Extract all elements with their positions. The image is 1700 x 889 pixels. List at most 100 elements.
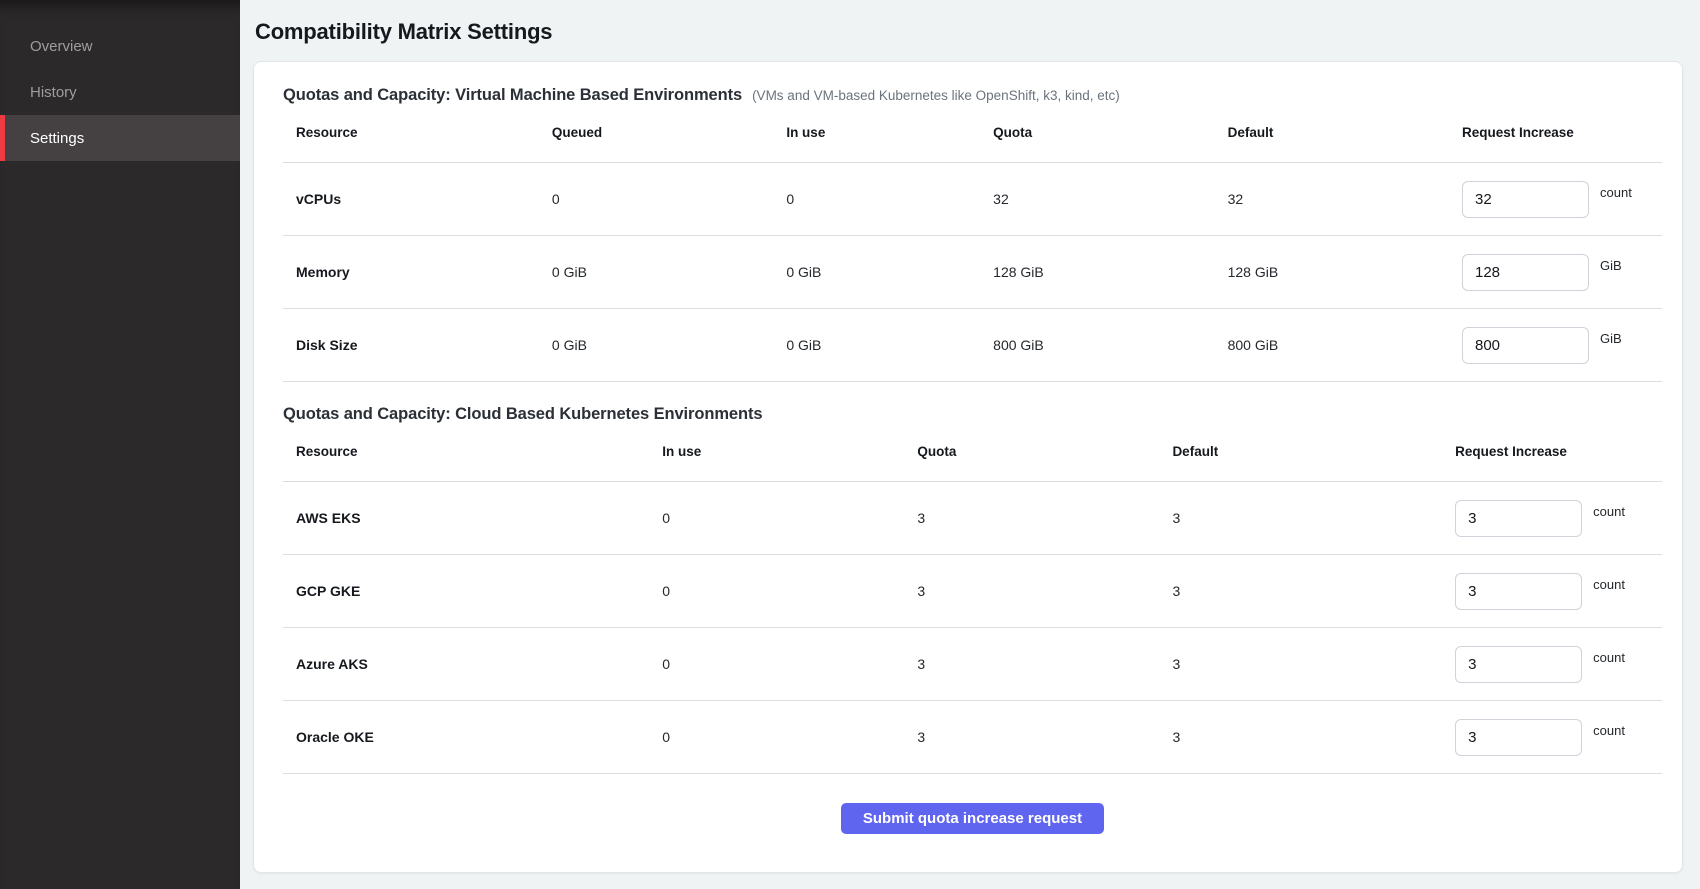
cell-value: 128 GiB: [993, 236, 1227, 309]
unit-label: count: [1593, 504, 1625, 519]
cell-value: 0: [662, 701, 917, 774]
column-header: In use: [662, 426, 917, 482]
cell-value: 0 GiB: [786, 236, 993, 309]
table-row: vCPUs003232count: [283, 163, 1662, 236]
sidebar-nav: Overview History Settings: [0, 23, 240, 161]
cell-value: 3: [1172, 701, 1455, 774]
resource-name: Disk Size: [283, 309, 552, 382]
sidebar-item-history[interactable]: History: [0, 69, 240, 115]
request-increase-input[interactable]: [1455, 646, 1582, 683]
resource-name: AWS EKS: [283, 482, 662, 555]
column-header: Request Increase: [1462, 107, 1662, 163]
resource-name: Azure AKS: [283, 628, 662, 701]
section-title: Quotas and Capacity: Cloud Based Kuberne…: [283, 405, 762, 424]
request-increase-wrap: GiB: [1462, 254, 1662, 291]
cell-value: 0 GiB: [552, 236, 786, 309]
table-row: Oracle OKE033count: [283, 701, 1662, 774]
active-indicator: [0, 115, 5, 161]
unit-label: GiB: [1600, 258, 1622, 273]
submit-row: Submit quota increase request: [283, 803, 1662, 834]
unit-label: count: [1600, 185, 1632, 200]
cell-value: 3: [917, 482, 1172, 555]
cell-value: 0 GiB: [786, 309, 993, 382]
request-increase-input[interactable]: [1462, 327, 1589, 364]
cell-value: 3: [917, 555, 1172, 628]
header-row: ResourceIn useQuotaDefaultRequest Increa…: [283, 426, 1662, 482]
request-increase-wrap: count: [1455, 500, 1662, 537]
cell-value: 0 GiB: [552, 309, 786, 382]
cell-value: 3: [1172, 628, 1455, 701]
cell-value: 0: [552, 163, 786, 236]
request-increase-input[interactable]: [1455, 719, 1582, 756]
cell-value: 800 GiB: [1228, 309, 1462, 382]
submit-quota-request-button[interactable]: Submit quota increase request: [841, 803, 1104, 834]
column-header: Queued: [552, 107, 786, 163]
cloud-quota-table: ResourceIn useQuotaDefaultRequest Increa…: [283, 426, 1662, 774]
request-increase-wrap: count: [1455, 646, 1662, 683]
request-increase-wrap: count: [1455, 719, 1662, 756]
request-increase-input[interactable]: [1455, 500, 1582, 537]
request-increase-input[interactable]: [1455, 573, 1582, 610]
vm-section-heading: Quotas and Capacity: Virtual Machine Bas…: [283, 86, 1662, 105]
resource-name: Memory: [283, 236, 552, 309]
table-row: Disk Size0 GiB0 GiB800 GiB800 GiBGiB: [283, 309, 1662, 382]
cell-value: 3: [1172, 555, 1455, 628]
cell-value: 3: [1172, 482, 1455, 555]
sidebar-item-label: Overview: [30, 38, 93, 55]
page-title: Compatibility Matrix Settings: [255, 20, 1683, 44]
request-increase-cell: count: [1462, 163, 1662, 236]
column-header: Resource: [283, 107, 552, 163]
settings-card: Quotas and Capacity: Virtual Machine Bas…: [253, 61, 1683, 873]
vm-quota-table: ResourceQueuedIn useQuotaDefaultRequest …: [283, 107, 1662, 382]
request-increase-cell: GiB: [1462, 236, 1662, 309]
column-header: Quota: [917, 426, 1172, 482]
cloud-section-heading: Quotas and Capacity: Cloud Based Kuberne…: [283, 405, 1662, 424]
cell-value: 0: [786, 163, 993, 236]
unit-label: count: [1593, 577, 1625, 592]
resource-name: vCPUs: [283, 163, 552, 236]
sidebar-item-label: History: [30, 84, 77, 101]
request-increase-input[interactable]: [1462, 181, 1589, 218]
section-subtitle: (VMs and VM-based Kubernetes like OpenSh…: [752, 88, 1120, 103]
cell-value: 128 GiB: [1228, 236, 1462, 309]
cell-value: 32: [993, 163, 1227, 236]
header-row: ResourceQueuedIn useQuotaDefaultRequest …: [283, 107, 1662, 163]
sidebar: Overview History Settings: [0, 0, 240, 889]
table-row: Azure AKS033count: [283, 628, 1662, 701]
section-title: Quotas and Capacity: Virtual Machine Bas…: [283, 86, 742, 105]
request-increase-input[interactable]: [1462, 254, 1589, 291]
cell-value: 32: [1228, 163, 1462, 236]
request-increase-cell: count: [1455, 482, 1662, 555]
cell-value: 0: [662, 628, 917, 701]
column-header: Default: [1172, 426, 1455, 482]
unit-label: count: [1593, 650, 1625, 665]
column-header: Quota: [993, 107, 1227, 163]
unit-label: count: [1593, 723, 1625, 738]
cell-value: 800 GiB: [993, 309, 1227, 382]
request-increase-cell: GiB: [1462, 309, 1662, 382]
request-increase-cell: count: [1455, 555, 1662, 628]
request-increase-wrap: count: [1462, 181, 1662, 218]
unit-label: GiB: [1600, 331, 1622, 346]
table-row: GCP GKE033count: [283, 555, 1662, 628]
request-increase-wrap: GiB: [1462, 327, 1662, 364]
table-row: Memory0 GiB0 GiB128 GiB128 GiBGiB: [283, 236, 1662, 309]
request-increase-cell: count: [1455, 701, 1662, 774]
main-content: Compatibility Matrix Settings Quotas and…: [240, 0, 1700, 889]
sidebar-item-settings[interactable]: Settings: [0, 115, 240, 161]
cell-value: 0: [662, 482, 917, 555]
column-header: In use: [786, 107, 993, 163]
request-increase-cell: count: [1455, 628, 1662, 701]
cell-value: 0: [662, 555, 917, 628]
sidebar-item-overview[interactable]: Overview: [0, 23, 240, 69]
cell-value: 3: [917, 628, 1172, 701]
table-row: AWS EKS033count: [283, 482, 1662, 555]
resource-name: GCP GKE: [283, 555, 662, 628]
column-header: Request Increase: [1455, 426, 1662, 482]
column-header: Resource: [283, 426, 662, 482]
sidebar-item-label: Settings: [30, 130, 84, 147]
cell-value: 3: [917, 701, 1172, 774]
request-increase-wrap: count: [1455, 573, 1662, 610]
column-header: Default: [1228, 107, 1462, 163]
resource-name: Oracle OKE: [283, 701, 662, 774]
